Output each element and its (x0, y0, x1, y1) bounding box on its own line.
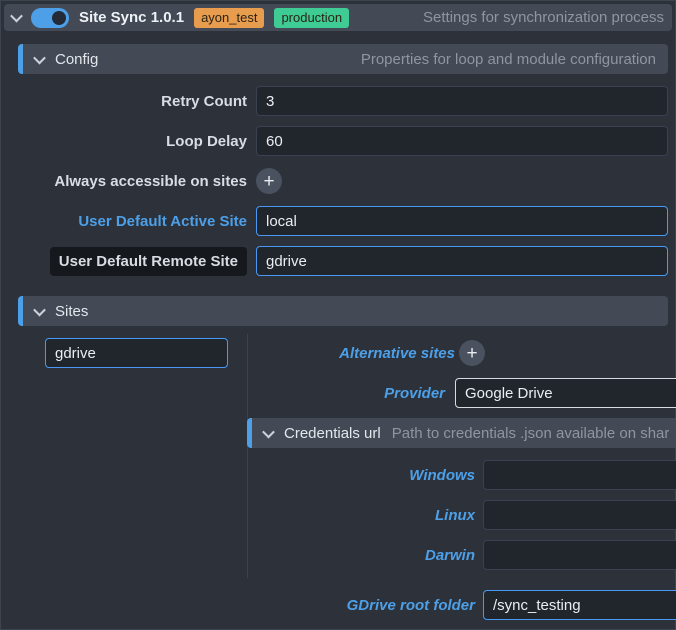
chevron-down-icon[interactable] (10, 9, 23, 23)
darwin-input[interactable] (483, 540, 676, 570)
add-alternative-site-button[interactable]: + (459, 340, 485, 366)
config-section-description: Properties for loop and module configura… (360, 50, 656, 68)
darwin-label: Darwin (424, 546, 475, 564)
always-accessible-row: Always accessible on sites (18, 168, 247, 194)
alternative-sites-row: Alternative sites (260, 340, 455, 366)
active-site-label: User Default Active Site (78, 212, 247, 230)
tree-guide-line (247, 334, 248, 578)
linux-label: Linux (435, 506, 475, 524)
credentials-section-description: Path to credentials .json available on s… (391, 424, 670, 442)
loop-delay-input[interactable] (256, 126, 668, 156)
addon-enabled-toggle[interactable] (31, 7, 69, 28)
active-site-input[interactable] (256, 206, 668, 236)
windows-input[interactable] (483, 460, 676, 490)
add-site-button[interactable]: + (256, 168, 282, 194)
windows-label: Windows (409, 466, 475, 484)
gdrive-root-label: GDrive root folder (346, 596, 475, 614)
chevron-down-icon[interactable] (33, 51, 46, 64)
retry-count-input[interactable] (256, 86, 668, 116)
toggle-knob-icon (52, 10, 66, 25)
addon-title: Site Sync 1.0.1 (79, 9, 185, 26)
chevron-down-icon[interactable] (262, 425, 275, 438)
addon-description: Settings for synchronization process (423, 9, 664, 26)
linux-row: Linux (300, 500, 475, 530)
remote-site-label: User Default Remote Site (49, 246, 247, 276)
active-site-row: User Default Active Site (18, 206, 247, 236)
chevron-down-icon[interactable] (33, 303, 46, 316)
site-sync-settings-panel: Site Sync 1.0.1 ayon_test production Set… (0, 0, 676, 630)
credentials-section-header[interactable]: Credentials url Path to credentials .jso… (247, 418, 676, 448)
status-badge-production: production (274, 7, 350, 28)
alternative-sites-label: Alternative sites (339, 344, 455, 362)
gdrive-root-row: GDrive root folder (260, 590, 475, 620)
gdrive-root-input[interactable] (483, 590, 676, 620)
status-badge-ayon-test: ayon_test (194, 7, 265, 28)
provider-row: Provider (260, 378, 445, 408)
config-section-header[interactable]: Config Properties for loop and module co… (18, 44, 668, 74)
addon-header-bar: Site Sync 1.0.1 ayon_test production Set… (4, 4, 672, 31)
sites-section-header[interactable]: Sites (18, 296, 668, 326)
retry-count-row: Retry Count (18, 86, 247, 116)
site-name-input[interactable] (45, 338, 228, 368)
linux-input[interactable] (483, 500, 676, 530)
windows-row: Windows (300, 460, 475, 490)
loop-delay-row: Loop Delay (18, 126, 247, 156)
remote-site-row: User Default Remote Site (18, 246, 247, 276)
provider-label: Provider (384, 384, 445, 402)
provider-select[interactable]: Google Drive (455, 378, 676, 408)
retry-count-label: Retry Count (161, 92, 247, 110)
remote-site-input[interactable] (256, 246, 668, 276)
config-section-title: Config (55, 50, 99, 68)
credentials-section-title: Credentials url (284, 424, 381, 442)
sites-section-title: Sites (55, 302, 89, 320)
darwin-row: Darwin (300, 540, 475, 570)
always-accessible-label: Always accessible on sites (54, 172, 247, 190)
loop-delay-label: Loop Delay (166, 132, 247, 150)
